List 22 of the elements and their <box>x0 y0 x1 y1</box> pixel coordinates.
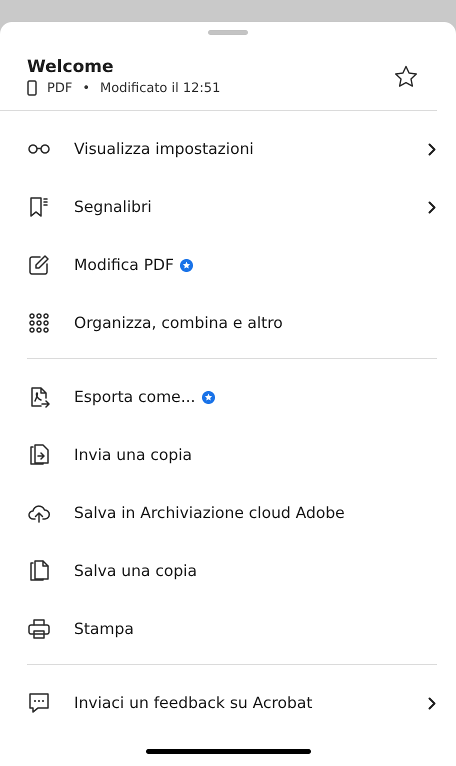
menu-item[interactable]: Salva una copia <box>0 542 456 600</box>
menu-item[interactable]: Esporta come... <box>0 368 456 426</box>
menu-item[interactable]: Visualizza impostazioni <box>0 120 456 178</box>
grid-icon <box>27 311 51 335</box>
document-title: Welcome <box>27 57 115 77</box>
edit-icon <box>27 253 51 277</box>
menu-item[interactable]: Segnalibri <box>0 178 456 236</box>
menu-item[interactable]: Organizza, combina e altro <box>0 294 456 352</box>
star-icon[interactable] <box>394 65 418 88</box>
feedback-icon <box>27 691 51 715</box>
modified-time: Modificato il 12:51 <box>100 80 220 96</box>
menu-item[interactable]: Salva in Archiviazione cloud Adobe <box>0 484 456 542</box>
menu-item[interactable]: Stampa <box>0 600 456 658</box>
phone-icon <box>27 80 37 96</box>
home-indicator[interactable] <box>146 749 310 754</box>
printer-icon <box>27 617 51 641</box>
drag-handle[interactable] <box>208 30 248 35</box>
separator-dot: • <box>82 80 90 96</box>
menu-item[interactable]: Inviaci un feedback su Acrobat <box>0 674 456 732</box>
menu-item[interactable]: Invia una copia <box>0 426 456 484</box>
menu-item[interactable]: Modifica PDF <box>0 236 456 294</box>
file-type: PDF <box>47 80 72 96</box>
